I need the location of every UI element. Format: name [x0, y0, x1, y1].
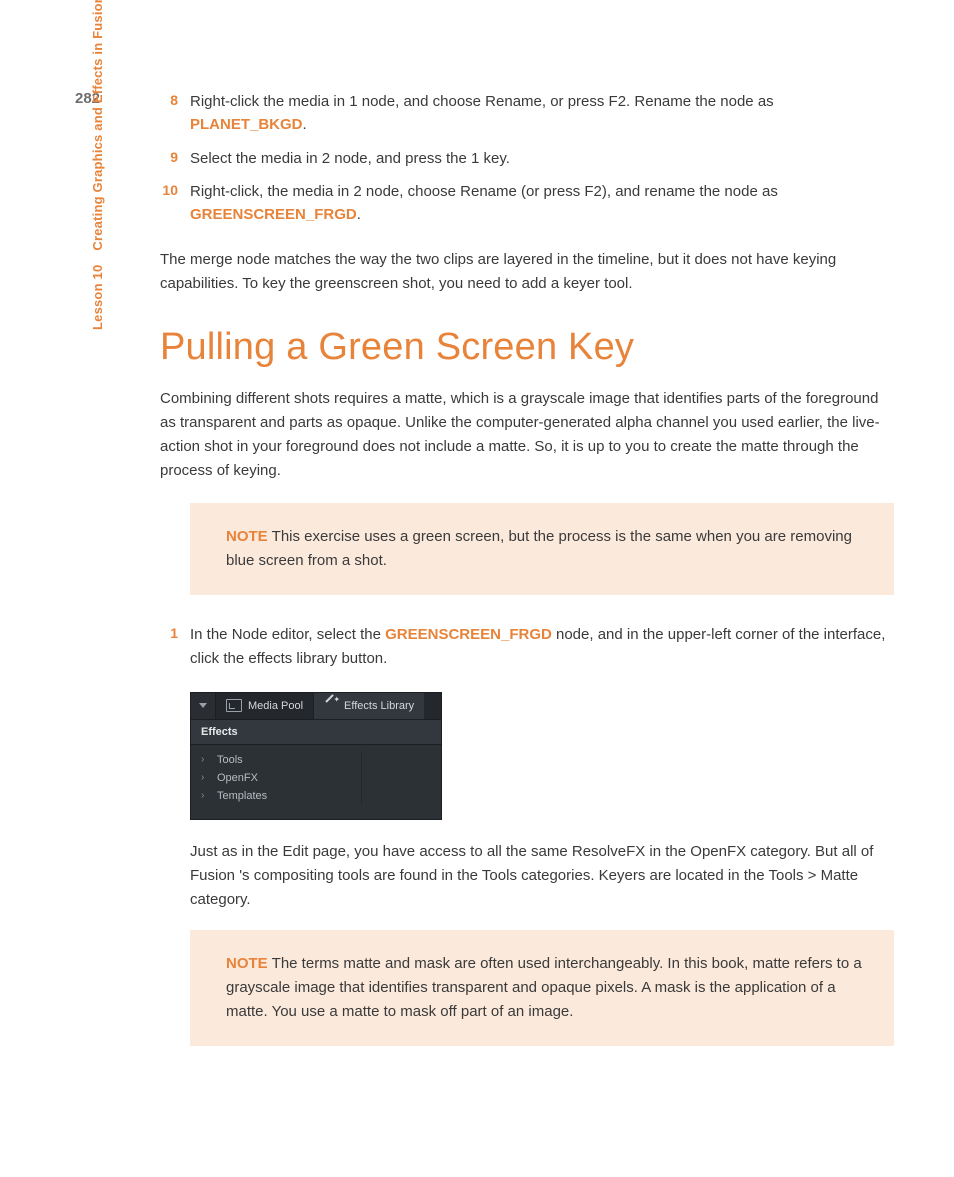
- chevron-down-icon: [199, 703, 207, 708]
- section-title: Pulling a Green Screen Key: [160, 326, 894, 369]
- paragraph-merge: The merge node matches the way the two c…: [160, 248, 894, 296]
- note-text: This exercise uses a green screen, but t…: [226, 528, 852, 569]
- media-pool-icon: [226, 699, 242, 712]
- note-text: The terms matte and mask are often used …: [226, 955, 862, 1020]
- step-8: 8 Right-click the media in 1 node, and c…: [160, 90, 894, 137]
- step-text: .: [303, 116, 307, 133]
- tree-label: Tools: [217, 754, 243, 766]
- step-9: 9 Select the media in 2 node, and press …: [160, 147, 894, 170]
- keyword-greenscreen-frgd: GREENSCREEN_FRGD: [385, 626, 552, 643]
- step-number: 8: [160, 90, 190, 137]
- lesson-title: Creating Graphics and Effects in Fusion: [90, 0, 105, 251]
- step-text: Right-click the media in 1 node, and cho…: [190, 93, 774, 110]
- numbered-steps-section: 1 In the Node editor, select the GREENSC…: [160, 623, 894, 670]
- note-box-1: NOTEThis exercise uses a green screen, b…: [190, 503, 894, 595]
- note-label: NOTE: [226, 955, 268, 972]
- panel-dropdown[interactable]: [191, 693, 216, 719]
- effects-header: Effects: [191, 720, 441, 745]
- tree-label: Templates: [217, 790, 267, 802]
- tree-item-templates[interactable]: › Templates: [191, 787, 361, 805]
- step-body: Select the media in 2 node, and press th…: [190, 147, 894, 170]
- tree-label: OpenFX: [217, 772, 258, 784]
- panel-tabs: Media Pool Effects Library: [191, 693, 441, 720]
- keyword-greenscreen-frgd: GREENSCREEN_FRGD: [190, 206, 357, 223]
- lesson-side-label: Lesson 10 Creating Graphics and Effects i…: [90, 0, 105, 330]
- tree-item-tools[interactable]: › Tools: [191, 751, 361, 769]
- effects-library-panel: Media Pool Effects Library Effects › Too…: [190, 692, 442, 820]
- step-body: Right-click the media in 1 node, and cho…: [190, 90, 894, 137]
- tab-label: Media Pool: [248, 700, 303, 712]
- paragraph-intro: Combining different shots requires a mat…: [160, 387, 894, 483]
- expand-icon: ›: [201, 772, 209, 783]
- lesson-number: Lesson 10: [90, 265, 105, 330]
- effects-tree: › Tools › OpenFX › Templates: [191, 745, 441, 819]
- step-1: 1 In the Node editor, select the GREENSC…: [160, 623, 894, 670]
- step-number: 10: [160, 180, 190, 227]
- paragraph-after-ui: Just as in the Edit page, you have acces…: [190, 840, 894, 912]
- step-number: 1: [160, 623, 190, 670]
- expand-icon: ›: [201, 790, 209, 801]
- note-label: NOTE: [226, 528, 268, 545]
- expand-icon: ›: [201, 754, 209, 765]
- step-text: Right-click, the media in 2 node, choose…: [190, 183, 778, 200]
- tab-effects-library[interactable]: Effects Library: [314, 693, 424, 719]
- step-10: 10 Right-click, the media in 2 node, cho…: [160, 180, 894, 227]
- tree-column: › Tools › OpenFX › Templates: [191, 751, 362, 805]
- tree-item-openfx[interactable]: › OpenFX: [191, 769, 361, 787]
- page: 282 Lesson 10Creating Graphics and Effec…: [0, 0, 954, 1134]
- step-text: .: [357, 206, 361, 223]
- effects-wand-icon: [324, 699, 338, 713]
- step-number: 9: [160, 147, 190, 170]
- tab-label: Effects Library: [344, 700, 414, 712]
- step-text: In the Node editor, select the: [190, 626, 385, 643]
- note-box-2: NOTEThe terms matte and mask are often u…: [190, 930, 894, 1046]
- numbered-steps-top: 8 Right-click the media in 1 node, and c…: [160, 90, 894, 226]
- step-body: In the Node editor, select the GREENSCRE…: [190, 623, 894, 670]
- step-body: Right-click, the media in 2 node, choose…: [190, 180, 894, 227]
- tab-media-pool[interactable]: Media Pool: [216, 693, 314, 719]
- keyword-planet-bkgd: PLANET_BKGD: [190, 116, 303, 133]
